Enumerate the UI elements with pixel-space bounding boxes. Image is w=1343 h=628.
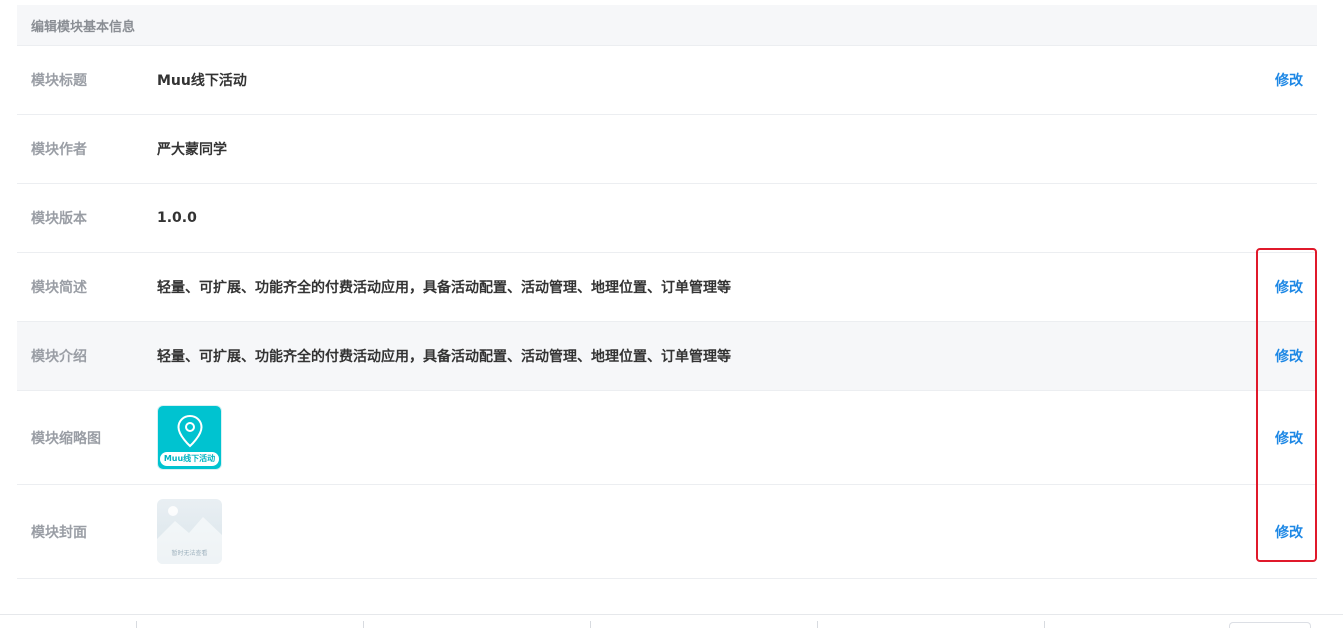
row-module-author: 模块作者 严大蒙同学 bbox=[17, 115, 1317, 184]
footer-separator bbox=[1044, 621, 1045, 628]
row-module-summary: 模块简述 轻量、可扩展、功能齐全的付费活动应用，具备活动配置、活动管理、地理位置… bbox=[17, 253, 1317, 322]
cover-caption: 暂时无法查看 bbox=[171, 550, 208, 557]
edit-summary-button[interactable]: 修改 bbox=[1275, 277, 1303, 297]
row-label: 模块封面 bbox=[31, 524, 87, 541]
module-info-panel: 编辑模块基本信息 模块标题 Muu线下活动 修改 模块作者 严大蒙同学 模块版本… bbox=[17, 5, 1317, 579]
row-label: 模块缩略图 bbox=[31, 430, 101, 447]
row-label: 模块简述 bbox=[31, 280, 87, 296]
edit-thumbnail-button[interactable]: 修改 bbox=[1275, 428, 1303, 448]
thumbnail-caption: Muu线下活动 bbox=[160, 452, 219, 466]
cover-image: 暂时无法查看 bbox=[157, 499, 222, 564]
footer-separator bbox=[363, 621, 364, 628]
edit-cover-button[interactable]: 修改 bbox=[1275, 522, 1303, 542]
row-value: 严大蒙同学 bbox=[157, 142, 227, 158]
row-value: 轻量、可扩展、功能齐全的付费活动应用，具备活动配置、活动管理、地理位置、订单管理… bbox=[157, 280, 731, 296]
footer-bar bbox=[0, 614, 1343, 628]
footer-separator bbox=[590, 621, 591, 628]
row-label: 模块作者 bbox=[31, 142, 87, 158]
panel-header: 编辑模块基本信息 bbox=[17, 5, 1317, 46]
footer-separator bbox=[817, 621, 818, 628]
row-module-title: 模块标题 Muu线下活动 修改 bbox=[17, 46, 1317, 115]
thumbnail-image: Muu线下活动 bbox=[157, 405, 222, 470]
row-module-intro: 模块介绍 轻量、可扩展、功能齐全的付费活动应用，具备活动配置、活动管理、地理位置… bbox=[17, 322, 1317, 391]
edit-title-button[interactable]: 修改 bbox=[1275, 70, 1303, 90]
row-module-version: 模块版本 1.0.0 bbox=[17, 184, 1317, 253]
row-module-cover: 模块封面 暂时无法查看 修改 bbox=[17, 485, 1317, 579]
row-label: 模块介绍 bbox=[31, 349, 87, 365]
row-label: 模块版本 bbox=[31, 211, 87, 227]
location-pin-icon bbox=[177, 414, 203, 448]
row-value: 轻量、可扩展、功能齐全的付费活动应用，具备活动配置、活动管理、地理位置、订单管理… bbox=[157, 349, 731, 365]
row-value: 1.0.0 bbox=[157, 210, 197, 226]
row-module-thumbnail: 模块缩略图 Muu线下活动 修改 bbox=[17, 391, 1317, 485]
edit-intro-button[interactable]: 修改 bbox=[1275, 346, 1303, 366]
panel-title: 编辑模块基本信息 bbox=[31, 19, 136, 35]
row-label: 模块标题 bbox=[31, 73, 87, 89]
footer-button[interactable] bbox=[1229, 622, 1311, 628]
footer-separator bbox=[136, 621, 137, 628]
row-value: Muu线下活动 bbox=[157, 73, 247, 89]
